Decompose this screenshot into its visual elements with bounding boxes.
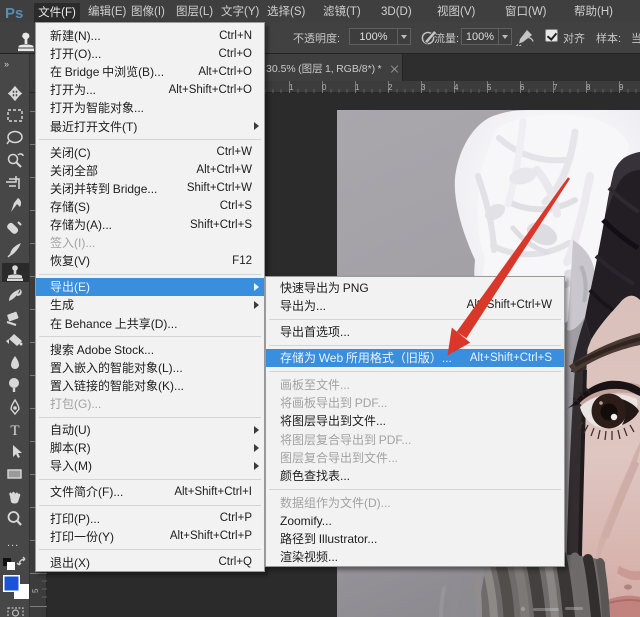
svg-text:T: T — [10, 423, 19, 439]
svg-text:5: 5 — [30, 588, 41, 593]
